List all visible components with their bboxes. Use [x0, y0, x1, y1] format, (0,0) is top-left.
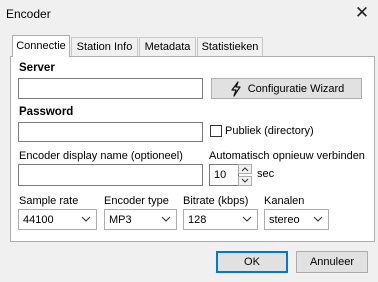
tab-connectie[interactable]: Connectie	[12, 35, 70, 57]
configuratie-wizard-button[interactable]: Configuratie Wizard	[211, 78, 362, 99]
reconnect-unit: sec	[257, 168, 275, 180]
spin-up-button[interactable]	[238, 164, 252, 174]
publiek-checkbox[interactable]	[210, 125, 222, 137]
chevron-down-icon	[313, 216, 323, 222]
password-input[interactable]	[18, 122, 203, 142]
reconnect-label: Automatisch opnieuw verbinden	[209, 150, 365, 162]
publiek-label: Publiek (directory)	[225, 125, 314, 137]
bitrate-label: Bitrate (kbps)	[183, 195, 249, 207]
chevron-down-icon	[161, 216, 171, 222]
ok-button[interactable]: OK	[216, 251, 288, 273]
chevron-down-icon	[241, 178, 249, 183]
configuratie-wizard-label: Configuratie Wizard	[247, 82, 345, 95]
tab-station-info[interactable]: Station Info	[71, 37, 138, 56]
display-name-input[interactable]	[18, 164, 203, 186]
spin-down-button[interactable]	[238, 176, 252, 186]
title-bar: Encoder ✕	[0, 0, 378, 28]
reconnect-spinner[interactable]	[238, 164, 254, 186]
encoder-type-select[interactable]: MP3	[104, 209, 177, 230]
bitrate-value: 128	[188, 213, 207, 226]
chevron-up-icon	[241, 167, 249, 172]
tab-statistieken[interactable]: Statistieken	[197, 37, 263, 56]
sample-rate-label: Sample rate	[19, 195, 79, 207]
encoder-type-value: MP3	[109, 213, 132, 226]
tab-metadata[interactable]: Metadata	[139, 37, 196, 56]
lightning-icon	[231, 80, 241, 97]
display-name-label: Encoder display name (optioneel)	[19, 150, 183, 162]
sample-rate-select[interactable]: 44100	[18, 209, 97, 230]
cancel-button[interactable]: Annuleer	[296, 251, 368, 273]
window-title: Encoder	[6, 7, 51, 21]
sample-rate-value: 44100	[23, 213, 54, 226]
channels-select[interactable]: stereo	[264, 209, 329, 230]
bitrate-select[interactable]: 128	[183, 209, 258, 230]
server-label: Server	[19, 62, 55, 74]
server-input[interactable]	[18, 78, 203, 99]
encoder-type-label: Encoder type	[104, 195, 169, 207]
chevron-down-icon	[81, 216, 91, 222]
channels-value: stereo	[269, 213, 300, 226]
reconnect-input[interactable]: 10	[209, 164, 239, 186]
channels-label: Kanalen	[264, 195, 305, 207]
close-icon[interactable]: ✕	[350, 2, 374, 24]
password-label: Password	[19, 106, 74, 118]
chevron-down-icon	[242, 216, 252, 222]
